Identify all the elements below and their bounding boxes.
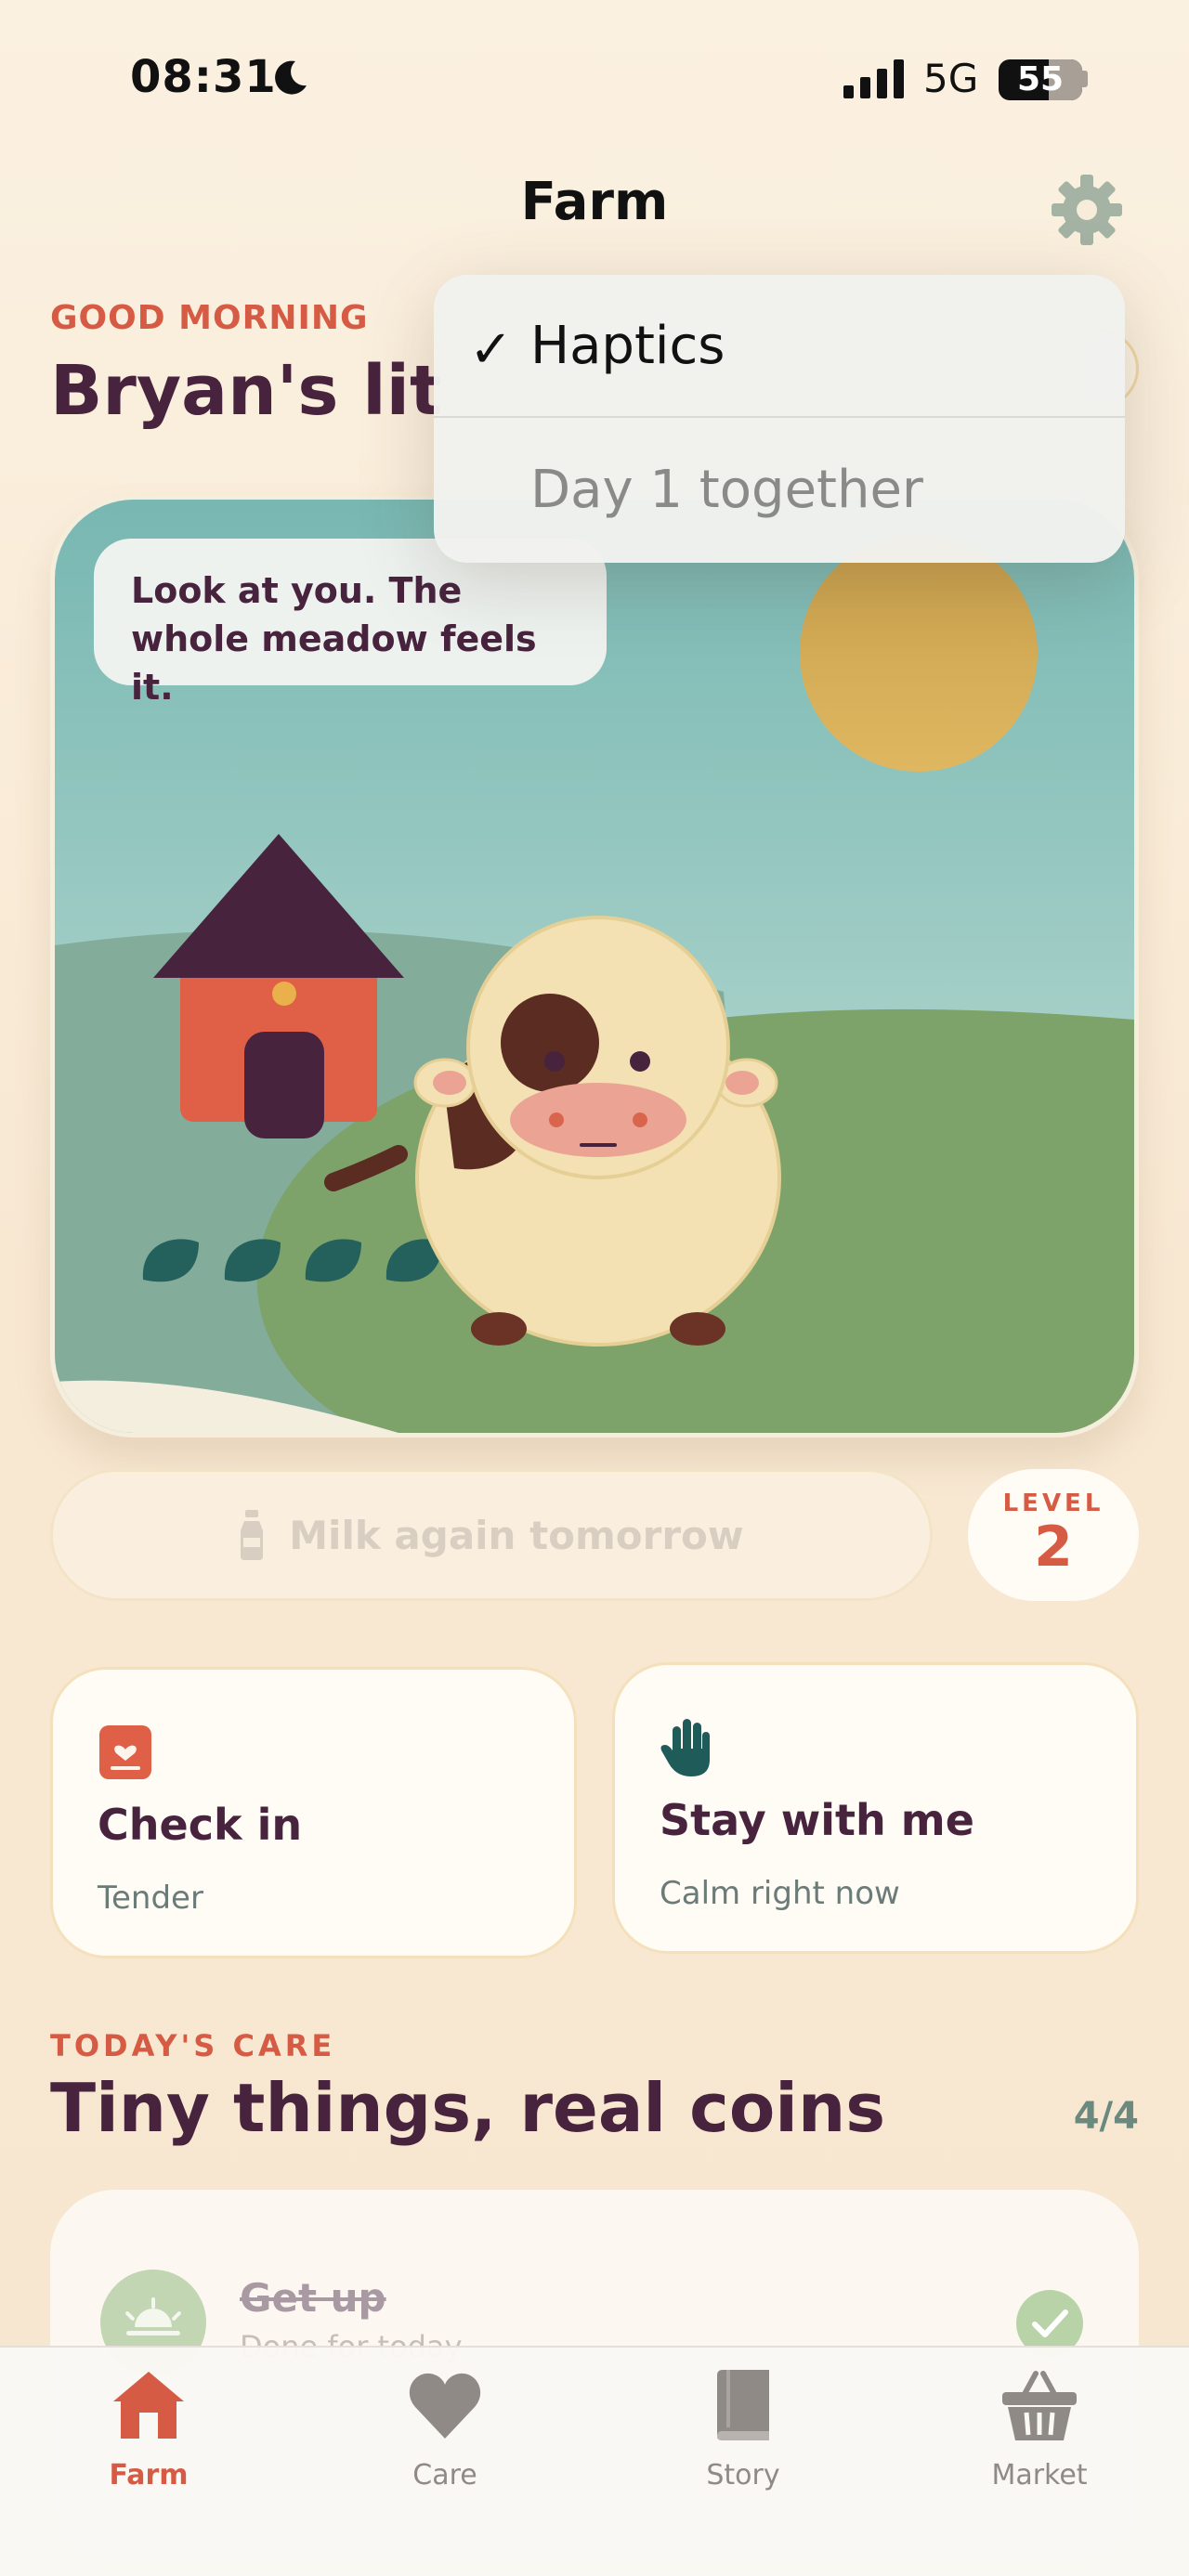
- care-count: 4/4: [1073, 2095, 1139, 2138]
- stay-with-me-subtitle: Calm right now: [660, 1875, 900, 1912]
- house-icon: [113, 2372, 184, 2439]
- tab-story-label: Story: [706, 2459, 780, 2491]
- greeting-eyebrow: GOOD MORNING: [50, 299, 369, 337]
- farm-scene[interactable]: Look at you. The whole meadow feels it.: [50, 495, 1139, 1438]
- stay-with-me-card[interactable]: Stay with me Calm right now: [612, 1662, 1139, 1954]
- page-title: Farm: [520, 172, 669, 232]
- network-type: 5G: [923, 56, 979, 101]
- book-icon: [717, 2370, 769, 2440]
- stay-with-me-title: Stay with me: [660, 1795, 974, 1845]
- basket-icon: [1002, 2371, 1077, 2440]
- tab-market-label: Market: [991, 2459, 1088, 2491]
- greeting-headline: Bryan's litt: [50, 351, 440, 431]
- care-eyebrow: TODAY'S CARE: [50, 2028, 336, 2063]
- level-label: LEVEL: [1002, 1490, 1104, 1517]
- battery-level: 55: [1016, 60, 1065, 98]
- tab-bar: Farm Care Story Market: [0, 2346, 1189, 2576]
- settings-menu: ✓ Haptics Day 1 together: [434, 275, 1125, 563]
- gear-icon[interactable]: [1048, 171, 1126, 249]
- battery-tip: [1082, 71, 1088, 87]
- sun: [800, 534, 1038, 772]
- tab-care[interactable]: Care: [343, 2366, 547, 2491]
- signal-icon: [843, 59, 904, 98]
- milk-label: Milk again tomorrow: [289, 1512, 744, 1558]
- milk-button[interactable]: Milk again tomorrow: [50, 1469, 933, 1601]
- checkmark-icon: ✓: [469, 319, 513, 380]
- battery-indicator: 55: [999, 59, 1082, 100]
- check-in-card[interactable]: Check in Tender: [50, 1667, 577, 1958]
- task-title: Get up: [240, 2275, 386, 2321]
- tab-farm-label: Farm: [109, 2459, 189, 2491]
- check-in-subtitle: Tender: [98, 1880, 203, 1917]
- tab-market[interactable]: Market: [937, 2366, 1142, 2491]
- hand-icon: [660, 1719, 710, 1776]
- journal-heart-icon: [99, 1725, 151, 1779]
- tab-farm[interactable]: Farm: [46, 2366, 251, 2491]
- level-badge: LEVEL 2: [968, 1469, 1139, 1601]
- menu-item-day-together[interactable]: Day 1 together: [434, 419, 1125, 562]
- milk-bottle-icon: [241, 1510, 264, 1560]
- menu-item-day-together-label: Day 1 together: [530, 460, 923, 520]
- level-value: 2: [1034, 1515, 1073, 1580]
- status-time: 08:31: [130, 51, 277, 103]
- menu-item-haptics[interactable]: ✓ Haptics: [434, 275, 1125, 418]
- heart-icon: [409, 2373, 481, 2439]
- check-in-title: Check in: [98, 1800, 303, 1850]
- tab-care-label: Care: [412, 2459, 477, 2491]
- moon-icon: [275, 60, 307, 95]
- care-title: Tiny things, real coins: [50, 2069, 886, 2147]
- tab-story[interactable]: Story: [641, 2366, 845, 2491]
- menu-item-haptics-label: Haptics: [530, 316, 725, 376]
